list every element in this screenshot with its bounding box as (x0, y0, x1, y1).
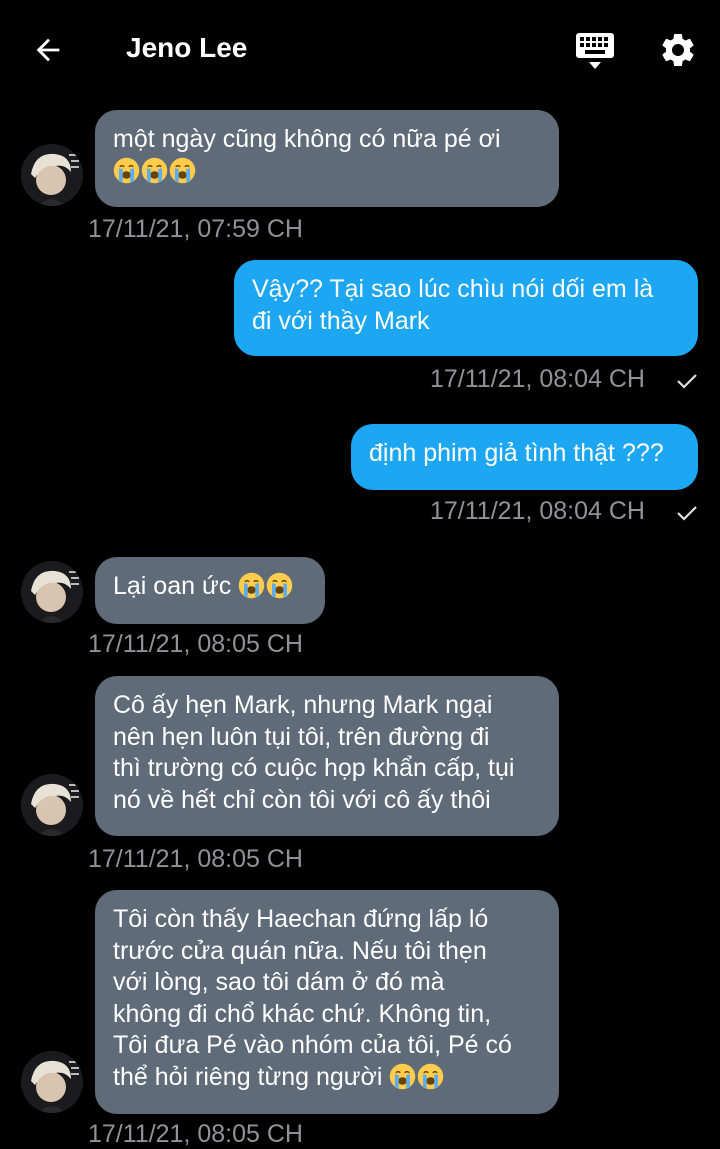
gear-icon (662, 33, 694, 66)
contact-avatar[interactable] (21, 561, 83, 623)
incoming-message-bubble[interactable]: Cô ấy hẹn Mark, nhưng Mark ngại nên hẹn … (95, 676, 559, 836)
message-timestamp: 17/11/21, 08:05 CH (88, 630, 303, 658)
avatar-photo-icon (21, 561, 83, 623)
message-text: Vậy?? Tại sao lúc chìu nói dối em là đi … (252, 275, 654, 335)
message-text: Tôi còn thấy Haechan đứng lấp ló trước c… (113, 905, 512, 1091)
arrow-left-icon (36, 38, 60, 62)
back-button[interactable] (28, 30, 68, 70)
avatar-photo-icon (21, 144, 83, 206)
message-timestamp: 17/11/21, 08:05 CH (88, 845, 303, 873)
incoming-message-bubble[interactable]: một ngày cũng không có nữa pé ơi (95, 110, 559, 207)
message-text: Cô ấy hẹn Mark, nhưng Mark ngại nên hẹn … (113, 691, 515, 814)
incoming-message-bubble[interactable]: Lại oan ức (95, 557, 325, 624)
outgoing-message-bubble[interactable]: định phim giả tình thật ??? (351, 424, 698, 490)
incoming-message-bubble[interactable]: Tôi còn thấy Haechan đứng lấp ló trước c… (95, 890, 559, 1114)
loudly-crying-face-icon (238, 572, 265, 599)
keyboard-button[interactable] (573, 30, 617, 74)
chat-header: Jeno Lee (0, 0, 720, 100)
chat-screen: Jeno Lee một ngày cũng không có nữa pé ơ… (0, 0, 720, 1149)
message-timestamp: 17/11/21, 07:59 CH (88, 215, 303, 243)
avatar-photo-icon (21, 774, 83, 836)
contact-avatar[interactable] (21, 144, 83, 206)
loudly-crying-face-icon (113, 157, 140, 183)
message-timestamp: 17/11/21, 08:04 CH (430, 365, 645, 393)
loudly-crying-face-icon (418, 1063, 444, 1089)
loudly-crying-face-icon (141, 157, 168, 183)
contact-avatar[interactable] (21, 774, 83, 836)
settings-button[interactable] (658, 30, 698, 70)
message-text: Lại oan ức (113, 572, 232, 600)
contact-name[interactable]: Jeno Lee (126, 32, 247, 64)
loudly-crying-face-icon (266, 572, 293, 599)
sent-check-icon (677, 506, 697, 521)
loudly-crying-face-icon (169, 157, 196, 183)
avatar-photo-icon (21, 1051, 83, 1113)
keyboard-icon (576, 33, 614, 69)
outgoing-message-bubble[interactable]: Vậy?? Tại sao lúc chìu nói dối em là đi … (234, 260, 698, 356)
message-text: một ngày cũng không có nữa pé ơi (113, 125, 501, 153)
contact-avatar[interactable] (21, 1051, 83, 1113)
message-text: định phim giả tình thật ??? (369, 439, 664, 467)
sent-check-icon (677, 374, 697, 389)
message-timestamp: 17/11/21, 08:05 CH (88, 1120, 303, 1148)
loudly-crying-face-icon (390, 1063, 416, 1089)
message-timestamp: 17/11/21, 08:04 CH (430, 497, 645, 525)
